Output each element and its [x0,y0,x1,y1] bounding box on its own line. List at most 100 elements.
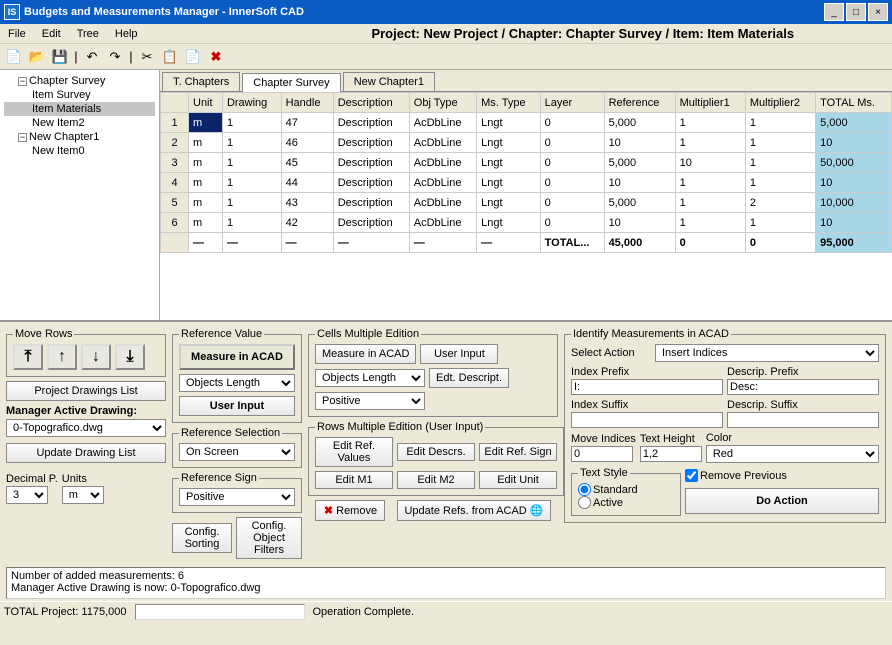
table-cell[interactable]: AcDbLine [409,153,476,173]
cells-objects-length-select[interactable]: Objects Length [315,369,425,387]
table-cell[interactable]: 43 [281,193,333,213]
table-cell[interactable]: Lngt [477,193,540,213]
table-cell[interactable]: m [189,213,223,233]
tree-node-chapter-survey[interactable]: −Chapter Survey [4,74,155,88]
table-cell[interactable]: 10 [816,173,892,193]
table-cell[interactable]: 46 [281,133,333,153]
table-cell[interactable]: AcDbLine [409,213,476,233]
table-cell[interactable]: m [189,173,223,193]
tree-node-new-item2[interactable]: New Item2 [4,116,155,130]
table-cell[interactable]: Description [333,173,409,193]
table-cell[interactable]: 1 [222,133,281,153]
col-layer[interactable]: Layer [540,93,604,113]
table-cell[interactable]: 1 [675,133,745,153]
reference-value-select[interactable]: Objects Length [179,374,295,392]
col-ms-type[interactable]: Ms. Type [477,93,540,113]
table-row[interactable]: 6m142DescriptionAcDbLineLngt0101110 [161,213,892,233]
table-row[interactable]: 3m145DescriptionAcDbLineLngt05,00010150,… [161,153,892,173]
table-cell[interactable]: Lngt [477,133,540,153]
table-cell[interactable]: 47 [281,113,333,133]
menu-file[interactable]: File [8,28,26,40]
table-cell[interactable]: m [189,193,223,213]
table-cell[interactable]: m [189,133,223,153]
tab-new-chapter1[interactable]: New Chapter1 [343,72,435,91]
config-sorting-button[interactable]: Config. Sorting [172,523,232,553]
table-cell[interactable]: Description [333,113,409,133]
table-cell[interactable]: 5,000 [816,113,892,133]
text-style-standard-radio[interactable] [578,483,591,496]
update-drawing-list-button[interactable]: Update Drawing List [6,443,166,463]
table-cell[interactable]: 1 [675,113,745,133]
table-cell[interactable]: m [189,113,223,133]
table-cell[interactable]: 1 [222,153,281,173]
descrip-suffix-input[interactable] [727,412,879,428]
color-select[interactable]: Red [706,445,879,463]
do-action-button[interactable]: Do Action [685,488,879,514]
minimize-button[interactable]: _ [824,3,844,21]
redo-icon[interactable]: ↷ [105,47,125,67]
tree-node-item-survey[interactable]: Item Survey [4,88,155,102]
table-cell[interactable]: Lngt [477,213,540,233]
open-icon[interactable]: 📂 [27,47,47,67]
table-cell[interactable]: 10 [816,133,892,153]
col-description[interactable]: Description [333,93,409,113]
table-cell[interactable]: 2 [745,193,815,213]
edit-ref-sign-button[interactable]: Edit Ref. Sign [479,443,557,461]
update-refs-from-acad-button[interactable]: Update Refs. from ACAD 🌐 [397,500,550,521]
table-cell[interactable]: AcDbLine [409,193,476,213]
collapse-icon[interactable]: − [18,133,27,142]
measure-in-acad-button[interactable]: Measure in ACAD [179,344,295,370]
reference-sign-select[interactable]: Positive [179,488,295,506]
table-cell[interactable]: 5,000 [604,153,675,173]
menu-edit[interactable]: Edit [42,28,61,40]
edit-ref-values-button[interactable]: Edit Ref. Values [315,437,393,467]
move-up-button[interactable]: ↑ [47,344,77,370]
save-icon[interactable]: 💾 [50,47,70,67]
new-icon[interactable]: 📄 [4,47,24,67]
edit-descrs-button[interactable]: Edit Descrs. [397,443,475,461]
table-cell[interactable]: AcDbLine [409,173,476,193]
table-cell[interactable]: 42 [281,213,333,233]
table-cell[interactable]: 10,000 [816,193,892,213]
table-row[interactable]: 2m146DescriptionAcDbLineLngt0101110 [161,133,892,153]
table-cell[interactable]: 50,000 [816,153,892,173]
table-row[interactable]: 5m143DescriptionAcDbLineLngt05,0001210,0… [161,193,892,213]
table-cell[interactable]: 0 [540,153,604,173]
project-tree[interactable]: −Chapter Survey Item Survey Item Materia… [0,70,160,320]
config-object-filters-button[interactable]: Config. Object Filters [236,517,302,559]
table-cell[interactable]: AcDbLine [409,133,476,153]
table-cell[interactable]: Description [333,193,409,213]
table-cell[interactable]: m [189,153,223,173]
table-row[interactable]: 1m147DescriptionAcDbLineLngt05,000115,00… [161,113,892,133]
maximize-button[interactable]: □ [846,3,866,21]
cells-measure-acad-button[interactable]: Measure in ACAD [315,344,416,364]
project-drawings-list-button[interactable]: Project Drawings List [6,381,166,401]
table-cell[interactable]: 1 [161,113,189,133]
table-cell[interactable]: 10 [604,213,675,233]
menu-help[interactable]: Help [115,28,138,40]
tree-node-new-item0[interactable]: New Item0 [4,144,155,158]
table-cell[interactable]: 5,000 [604,113,675,133]
table-cell[interactable]: 1 [675,213,745,233]
col-drawing[interactable]: Drawing [222,93,281,113]
table-cell[interactable]: 10 [604,133,675,153]
table-cell[interactable]: Lngt [477,153,540,173]
user-input-button[interactable]: User Input [179,396,295,416]
table-cell[interactable]: 10 [675,153,745,173]
table-cell[interactable]: 5,000 [604,193,675,213]
edit-unit-button[interactable]: Edit Unit [479,471,557,489]
table-cell[interactable]: 1 [675,193,745,213]
text-height-input[interactable] [640,446,702,462]
table-cell[interactable]: 6 [161,213,189,233]
descrip-prefix-input[interactable] [727,379,879,395]
cells-positive-select[interactable]: Positive [315,392,425,410]
move-bottom-button[interactable]: ⤓ [115,344,145,370]
col-obj-type[interactable]: Obj Type [409,93,476,113]
table-cell[interactable]: 1 [222,213,281,233]
table-cell[interactable]: 2 [161,133,189,153]
index-suffix-input[interactable] [571,412,723,428]
table-cell[interactable]: 45 [281,153,333,173]
table-cell[interactable]: 1 [222,193,281,213]
text-style-active-radio[interactable] [578,496,591,509]
col-handle[interactable]: Handle [281,93,333,113]
